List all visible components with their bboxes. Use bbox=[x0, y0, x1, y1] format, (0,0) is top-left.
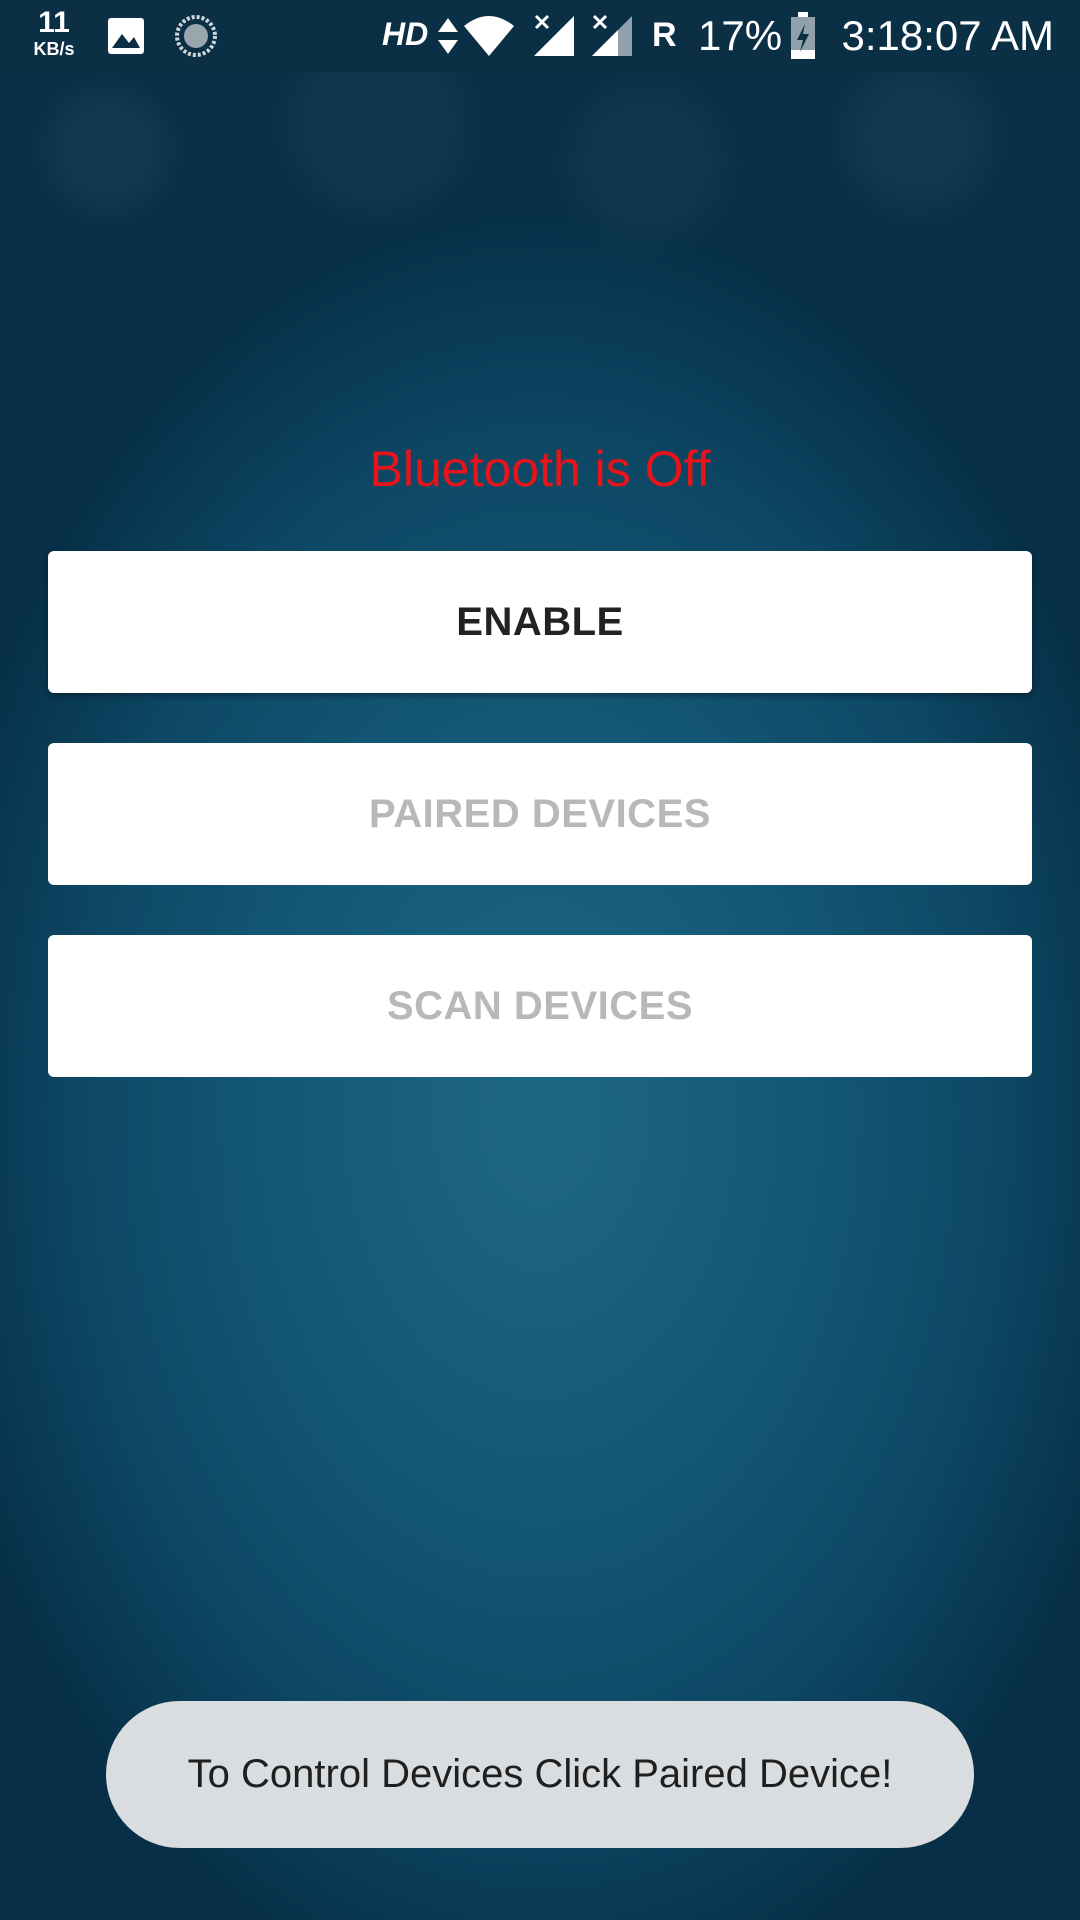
network-speed: 11 KB/s bbox=[26, 6, 82, 59]
battery-percent: 17% bbox=[698, 12, 783, 59]
signal-x-icon bbox=[534, 14, 574, 56]
image-notification-icon bbox=[108, 18, 144, 54]
background-texture bbox=[0, 72, 1080, 332]
battery-charging-icon bbox=[791, 12, 815, 59]
data-arrows-icon bbox=[438, 18, 458, 54]
scan-devices-button[interactable]: SCAN DEVICES bbox=[48, 935, 1032, 1077]
network-type-label: HD bbox=[382, 16, 429, 52]
clock: 3:18:07 AM bbox=[841, 12, 1054, 59]
network-speed-value: 11 bbox=[38, 6, 70, 39]
status-bar: 11 KB/s HD R 17% 3:18:07 AM bbox=[0, 0, 1080, 72]
paired-devices-button[interactable]: PAIRED DEVICES bbox=[48, 743, 1032, 885]
enable-button[interactable]: ENABLE bbox=[48, 551, 1032, 693]
wifi-icon bbox=[464, 16, 514, 56]
signal-x-icon bbox=[592, 14, 632, 56]
toast-message: To Control Devices Click Paired Device! bbox=[106, 1701, 974, 1848]
network-speed-unit: KB/s bbox=[33, 39, 75, 59]
sync-icon bbox=[175, 15, 217, 57]
roaming-indicator: R bbox=[652, 16, 677, 54]
bluetooth-status-text: Bluetooth is Off bbox=[369, 441, 711, 497]
app-screen: 11 KB/s HD R 17% 3:18:07 AM Bluetooth is… bbox=[0, 0, 1080, 1920]
